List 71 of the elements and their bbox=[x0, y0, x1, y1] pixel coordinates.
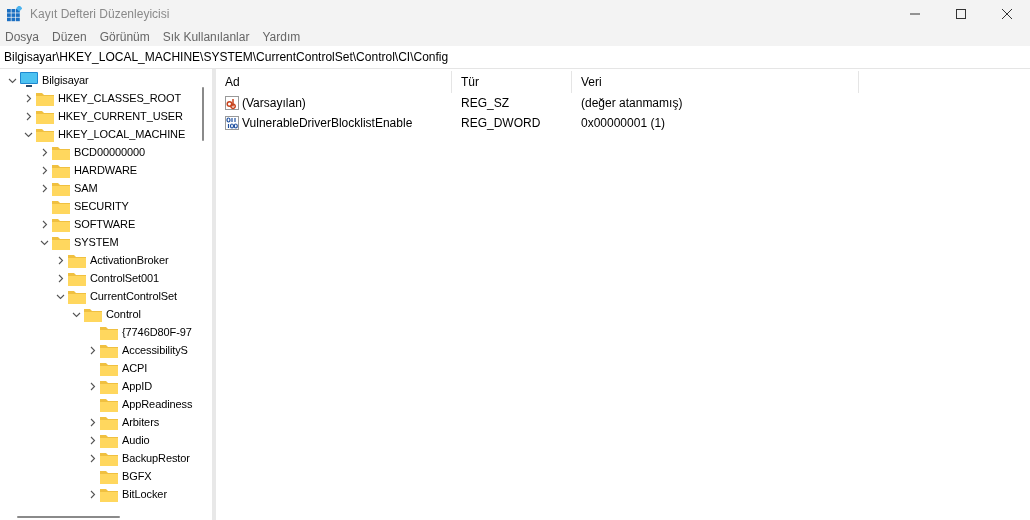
tree-item[interactable]: HKEY_CLASSES_ROOT bbox=[58, 92, 181, 104]
tree-item[interactable]: HKEY_CURRENT_USER bbox=[58, 110, 183, 122]
column-header[interactable]: Veri bbox=[572, 71, 859, 93]
folder-icon bbox=[52, 180, 70, 196]
tree-item[interactable]: CurrentControlSet bbox=[90, 290, 177, 302]
tree-item[interactable]: AppID bbox=[122, 380, 153, 392]
tree-item[interactable]: ACPI bbox=[122, 362, 148, 374]
menu-item[interactable]: Düzen bbox=[52, 29, 100, 44]
tree-item[interactable]: SOFTWARE bbox=[74, 218, 136, 230]
tree-item[interactable]: HKEY_LOCAL_MACHINE bbox=[58, 128, 186, 140]
folder-icon bbox=[68, 270, 86, 286]
tree-item[interactable]: SECURITY bbox=[74, 200, 129, 212]
tree-item[interactable]: AppReadiness bbox=[122, 398, 193, 410]
scrollbar-thumb[interactable] bbox=[202, 87, 204, 141]
tree-item[interactable]: SYSTEM bbox=[74, 236, 119, 248]
folder-icon bbox=[100, 468, 118, 484]
monitor-icon bbox=[20, 72, 38, 88]
binary-value-icon bbox=[225, 116, 239, 130]
folder-icon bbox=[68, 252, 86, 268]
folder-icon bbox=[52, 216, 70, 232]
tree-item[interactable]: Arbiters bbox=[122, 416, 160, 428]
tree-item[interactable]: SAM bbox=[74, 182, 98, 194]
folder-icon bbox=[100, 378, 118, 394]
string-value-icon bbox=[225, 96, 239, 110]
tree-item[interactable]: BCD00000000 bbox=[74, 146, 146, 158]
value-data: (değer atanmamış) bbox=[580, 96, 684, 110]
folder-icon bbox=[52, 198, 70, 214]
tree-item[interactable]: BackupRestor bbox=[122, 452, 190, 464]
folder-icon bbox=[100, 360, 118, 376]
maximize-icon bbox=[956, 8, 966, 19]
menu-item[interactable]: Dosya bbox=[5, 29, 52, 44]
tree-item[interactable]: Control bbox=[106, 308, 141, 320]
tree-item[interactable]: {7746D80F-97 bbox=[122, 326, 192, 338]
folder-icon bbox=[100, 414, 118, 430]
address-bar[interactable]: Bilgisayar\HKEY_LOCAL_MACHINE\SYSTEM\CurrentControlSet\Control\CI\Config bbox=[0, 46, 1030, 69]
folder-icon bbox=[84, 306, 102, 322]
tree-item[interactable]: HARDWARE bbox=[74, 164, 137, 176]
folder-icon bbox=[100, 342, 118, 358]
folder-icon bbox=[68, 288, 86, 304]
folder-icon bbox=[100, 486, 118, 502]
folder-icon bbox=[100, 324, 118, 340]
value-name: VulnerableDriverBlocklistEnable bbox=[242, 116, 413, 130]
folder-icon bbox=[100, 396, 118, 412]
tree-item[interactable]: BitLocker bbox=[122, 488, 167, 500]
window-title: Kayıt Defteri Düzenleyicisi bbox=[30, 6, 171, 21]
tree-item[interactable]: BGFX bbox=[122, 470, 152, 482]
menu-item[interactable]: Görünüm bbox=[99, 29, 163, 44]
menu-item[interactable]: Yardım bbox=[262, 29, 314, 44]
menu-item[interactable]: Sık Kullanılanlar bbox=[162, 29, 263, 44]
folder-icon bbox=[100, 432, 118, 448]
folder-icon bbox=[100, 450, 118, 466]
tree-item[interactable]: Bilgisayar bbox=[42, 74, 89, 86]
folder-icon bbox=[36, 126, 54, 142]
folder-icon bbox=[36, 90, 54, 106]
value-name: (Varsayılan) bbox=[242, 96, 306, 110]
tree-item[interactable]: Audio bbox=[122, 434, 150, 446]
column-header[interactable]: Tür bbox=[452, 71, 572, 93]
registry-icon bbox=[6, 5, 22, 22]
tree-item[interactable]: ActivationBroker bbox=[90, 254, 169, 266]
column-header[interactable]: Ad bbox=[216, 71, 452, 93]
tree-item[interactable]: ControlSet001 bbox=[90, 272, 160, 284]
tree-item[interactable]: AccessibilityS bbox=[122, 344, 188, 356]
close-icon bbox=[1002, 8, 1012, 19]
folder-icon bbox=[52, 162, 70, 178]
value-type: REG_SZ bbox=[460, 96, 510, 110]
folder-icon bbox=[36, 108, 54, 124]
folder-icon bbox=[52, 234, 70, 250]
value-data: 0x00000001 (1) bbox=[580, 116, 667, 130]
scrollbar-thumb[interactable] bbox=[17, 516, 120, 518]
folder-icon bbox=[52, 144, 70, 160]
value-type: REG_DWORD bbox=[460, 116, 542, 130]
